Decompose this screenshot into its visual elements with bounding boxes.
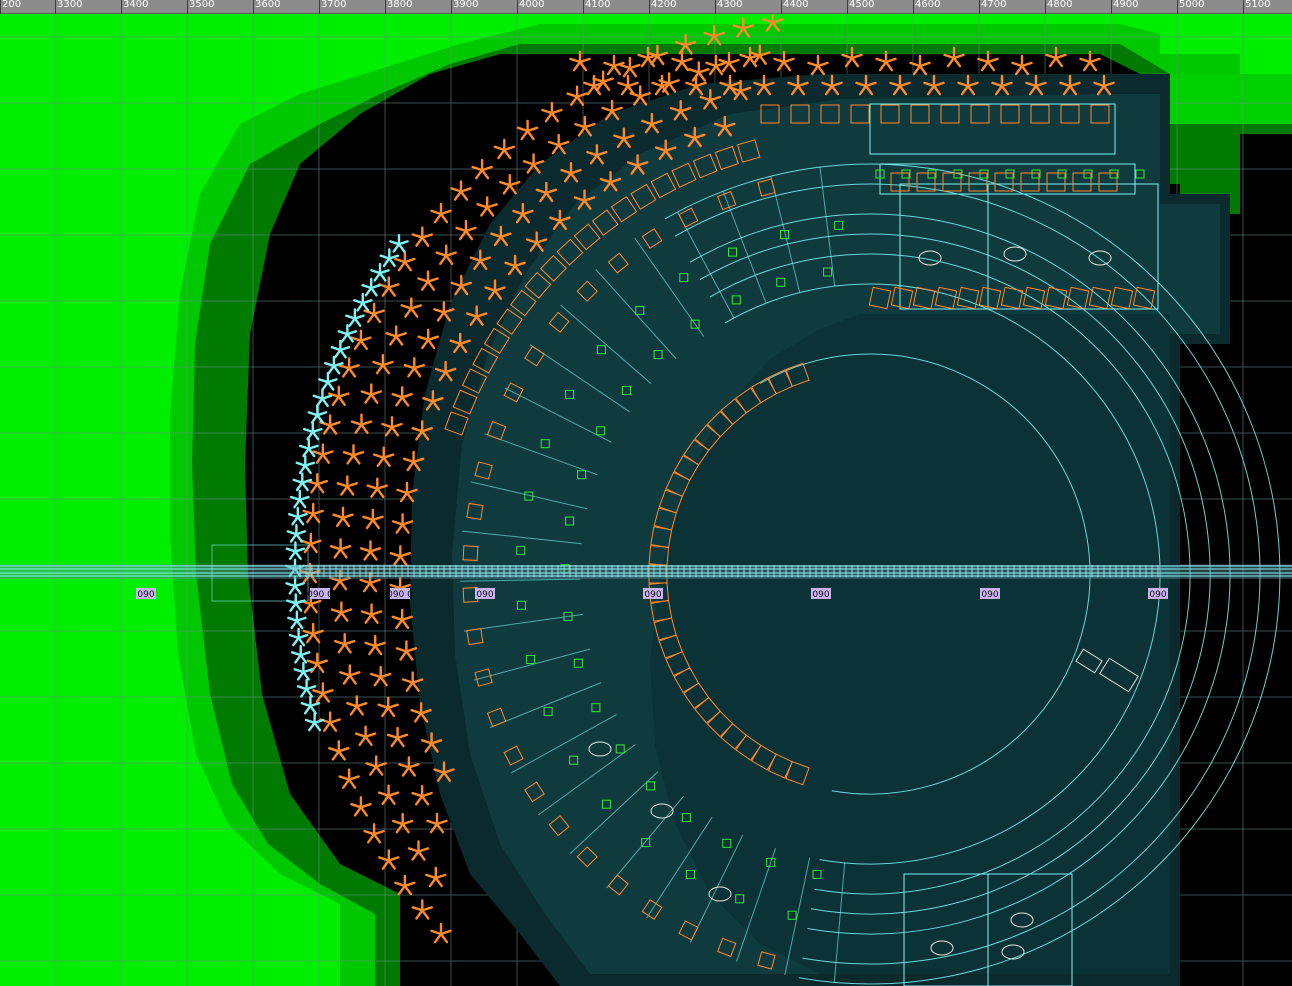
ruler-tick [451, 0, 452, 14]
ruler-tick-label: 4500 [849, 0, 875, 10]
track-label: 090 [1149, 590, 1166, 600]
ruler-tick-label: 4700 [981, 0, 1007, 10]
ruler-tick-label: 4000 [519, 0, 545, 10]
ruler-tick-label: 5000 [1179, 0, 1205, 10]
track-label: 090 0 [307, 590, 333, 600]
ruler-tick-label: 4300 [717, 0, 743, 10]
lake-deep [650, 314, 1170, 974]
ruler-tick-label: 3500 [189, 0, 215, 10]
ruler-tick-label: 3900 [453, 0, 479, 10]
ruler-tick-label: 4100 [585, 0, 611, 10]
ruler-tick-label: 3300 [57, 0, 83, 10]
ruler-tick [913, 0, 914, 14]
terrain-patch [1170, 74, 1292, 124]
ruler-tick [187, 0, 188, 14]
ruler-tick [1177, 0, 1178, 14]
ruler-tick-label: 5100 [1245, 0, 1271, 10]
track-label: 090 [981, 590, 998, 600]
track-label: 090 [644, 590, 661, 600]
ruler-tick-label: 3800 [387, 0, 413, 10]
ruler-tick [1243, 0, 1244, 14]
track-label: 090 [137, 590, 154, 600]
ruler-tick [583, 0, 584, 14]
ruler-tick-label: 4900 [1113, 0, 1139, 10]
ruler-tick-label: 3600 [255, 0, 281, 10]
ruler-tick [55, 0, 56, 14]
map-viewport[interactable]: 090 090 0 090 0 090 090 090 090 090 [0, 11, 1292, 986]
ruler-tick [121, 0, 122, 14]
ruler-tick-label: 200 [2, 0, 22, 10]
ruler-tick-label: 4400 [783, 0, 809, 10]
map-canvas[interactable]: 090 090 0 090 0 090 090 090 090 090 [0, 11, 1292, 986]
ruler-tick [847, 0, 848, 14]
ruler-tick-label: 4600 [915, 0, 941, 10]
ruler-tick [319, 0, 320, 14]
ruler-tick-label: 3400 [123, 0, 149, 10]
ruler-tick [979, 0, 980, 14]
ruler-tick [1111, 0, 1112, 14]
ruler-tick [1045, 0, 1046, 14]
track-label: 090 [812, 590, 829, 600]
ruler-tick-label: 3700 [321, 0, 347, 10]
ruler-tick-label: 4200 [651, 0, 677, 10]
map-editor-window: 200 3300 3400 3500 3600 3700 3800 3900 4000 4100 4… [0, 0, 1292, 986]
track-label: 090 0 [387, 590, 413, 600]
ruler-tick [781, 0, 782, 14]
ruler-tick [0, 0, 1, 14]
ruler-tick [715, 0, 716, 14]
top-ruler[interactable]: 200 3300 3400 3500 3600 3700 3800 3900 4000 4100 4… [0, 0, 1292, 14]
ruler-tick-label: 4800 [1047, 0, 1073, 10]
ruler-tick [517, 0, 518, 14]
track-label: 090 [476, 590, 493, 600]
ruler-tick [253, 0, 254, 14]
ruler-tick [385, 0, 386, 14]
ruler-tick [649, 0, 650, 14]
